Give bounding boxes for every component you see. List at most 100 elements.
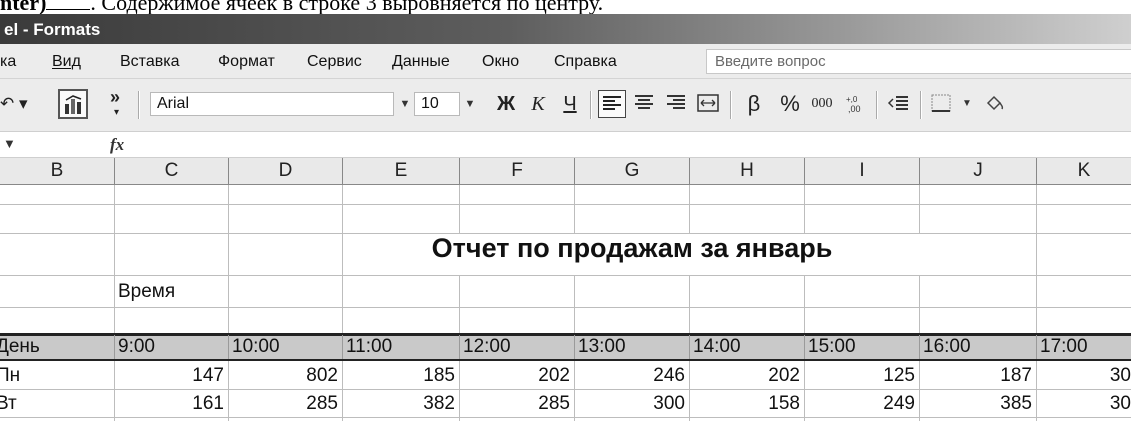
align-center-button[interactable] [630, 90, 658, 118]
window-title-bar[interactable]: el - Formats [0, 14, 1131, 44]
font-size-combo[interactable]: 10 [414, 92, 460, 116]
time-header-cell[interactable]: 13:00 [578, 336, 626, 358]
svg-text:+,0: +,0 [846, 95, 858, 104]
sales-cell[interactable]: 285 [459, 393, 570, 415]
sales-cell[interactable]: 249 [804, 393, 915, 415]
column-header-i[interactable]: I [805, 158, 920, 184]
day-cell[interactable]: Пн [0, 365, 20, 387]
percent-button[interactable]: % [776, 90, 804, 118]
align-left-button[interactable] [598, 90, 626, 118]
sales-cell[interactable]: 300 [574, 393, 685, 415]
day-cell[interactable]: Вт [0, 393, 17, 415]
sales-cell[interactable]: 202 [689, 365, 800, 387]
sales-cell[interactable]: 285 [228, 393, 338, 415]
sales-cell[interactable]: 382 [342, 393, 455, 415]
toolbar-separator [876, 91, 878, 119]
day-header-cell[interactable]: День [0, 336, 40, 358]
time-header-cell[interactable]: 9:00 [118, 336, 155, 358]
font-name-combo[interactable]: Arial [150, 92, 394, 116]
sales-cell[interactable]: 158 [689, 393, 800, 415]
help-question-box[interactable] [706, 49, 1131, 74]
column-header-row: B C D E F G H I J K [0, 158, 1131, 185]
sales-cell[interactable]: 125 [804, 365, 915, 387]
italic-button[interactable]: К [524, 90, 552, 118]
increase-decimal-button[interactable]: +,0 ,00 [842, 90, 870, 118]
gridline [459, 335, 460, 359]
sales-cell[interactable]: 30 [1036, 365, 1131, 387]
chart-wizard-button[interactable] [58, 89, 88, 119]
time-header-cell[interactable]: 10:00 [232, 336, 280, 358]
time-header-cell[interactable]: 14:00 [693, 336, 741, 358]
formula-input[interactable] [136, 134, 1131, 154]
time-header-cell[interactable]: 11:00 [346, 336, 392, 358]
fill-color-button[interactable] [982, 90, 1010, 118]
borders-button[interactable] [928, 90, 956, 118]
align-center-icon [635, 95, 653, 109]
time-label-cell[interactable]: Время [118, 281, 175, 303]
gridline [1036, 335, 1037, 359]
gridline [804, 335, 805, 359]
sales-cell[interactable]: 161 [114, 393, 224, 415]
menu-item-view[interactable]: Вид [52, 53, 81, 71]
gridline [0, 204, 1131, 205]
underline-button[interactable]: Ч [556, 90, 584, 118]
merge-center-button[interactable] [694, 90, 722, 118]
column-header-h[interactable]: H [690, 158, 805, 184]
menu-item-data[interactable]: Данные [392, 53, 450, 71]
toolbar-overflow-icon[interactable]: » [110, 87, 120, 108]
sales-cell[interactable]: 185 [342, 365, 455, 387]
chart-wizard-icon [65, 95, 82, 114]
time-header-cell[interactable]: 15:00 [808, 336, 856, 358]
column-header-c[interactable]: C [115, 158, 229, 184]
fill-color-icon [986, 95, 1004, 111]
sales-cell[interactable]: 802 [228, 365, 338, 387]
increase-decimal-icon: +,0 ,00 [846, 95, 861, 114]
toolbar-separator [920, 91, 922, 119]
bold-button[interactable]: Ж [492, 90, 520, 118]
sales-cell[interactable]: 30 [1036, 393, 1131, 415]
font-name-dropdown-icon[interactable]: ▼ [396, 92, 414, 116]
menu-item-format[interactable]: Формат [218, 53, 275, 71]
time-header-cell[interactable]: 16:00 [923, 336, 971, 358]
insert-function-icon[interactable]: fx [110, 135, 124, 155]
name-box-dropdown-icon[interactable]: ▼ [3, 136, 16, 151]
spreadsheet-grid[interactable]: Отчет по продажам за январь Время День 9… [0, 185, 1131, 421]
decrease-indent-button[interactable] [884, 90, 912, 118]
gridline [0, 307, 1131, 308]
thousands-button[interactable]: 000 [808, 90, 836, 118]
font-size-dropdown-icon[interactable]: ▼ [461, 92, 479, 116]
menu-item-tools[interactable]: Сервис [307, 53, 362, 71]
help-question-input[interactable] [713, 52, 1117, 71]
gridline [689, 335, 690, 359]
decrease-indent-icon [887, 96, 908, 110]
currency-button[interactable]: β [740, 90, 768, 118]
font-name-value: Arial [157, 95, 190, 112]
sales-cell[interactable]: 385 [919, 393, 1032, 415]
sales-cell[interactable]: 147 [114, 365, 224, 387]
sales-cell[interactable]: 202 [459, 365, 570, 387]
undo-icon[interactable]: ↶ ▾ [0, 94, 28, 114]
column-header-k[interactable]: K [1037, 158, 1131, 184]
column-header-j[interactable]: J [920, 158, 1037, 184]
gridline [0, 389, 1131, 390]
time-header-cell[interactable]: 12:00 [463, 336, 511, 358]
column-header-d[interactable]: D [229, 158, 343, 184]
column-header-f[interactable]: F [460, 158, 575, 184]
align-right-button[interactable] [662, 90, 690, 118]
sales-cell[interactable]: 246 [574, 365, 685, 387]
column-header-b[interactable]: B [0, 158, 115, 184]
menu-item-help[interactable]: Справка [554, 53, 617, 71]
time-header-cell[interactable]: 17:00 [1040, 336, 1088, 358]
formula-bar: ▼ fx [0, 132, 1131, 158]
sales-cell[interactable]: 187 [919, 365, 1032, 387]
column-header-g[interactable]: G [575, 158, 690, 184]
toolbar-overflow-arrow-icon[interactable]: ▾ [114, 107, 119, 118]
gridline [0, 275, 1131, 276]
menu-item-file[interactable]: ка [0, 53, 16, 71]
report-title: Отчет по продажам за январь [431, 233, 833, 263]
menu-item-window[interactable]: Окно [482, 53, 519, 71]
menu-item-insert[interactable]: Вставка [120, 53, 179, 71]
borders-dropdown-icon[interactable]: ▼ [958, 92, 976, 116]
column-header-e[interactable]: E [343, 158, 460, 184]
gridline [0, 417, 1131, 418]
